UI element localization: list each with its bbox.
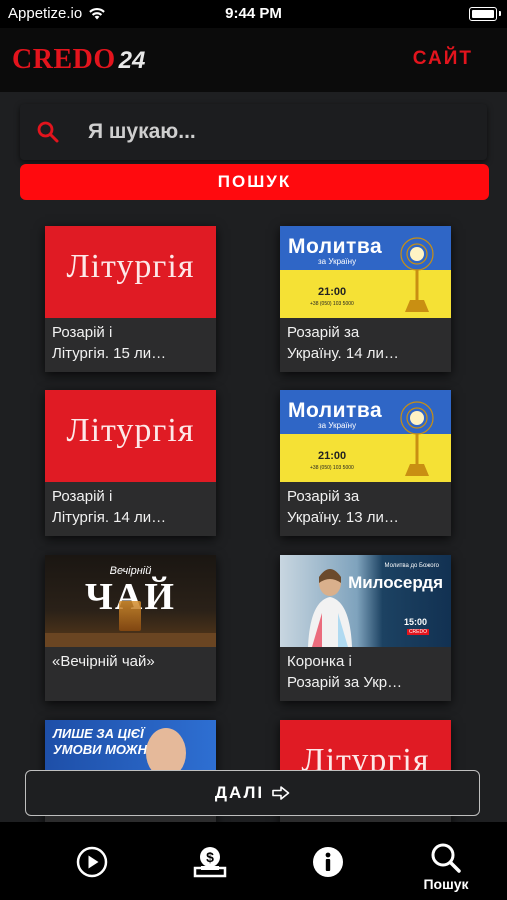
play-circle-icon [76, 846, 108, 878]
thumbnail-subtitle: за Україну [318, 421, 357, 430]
thumbnail-phone: +38 (050) 103 5000 [310, 301, 354, 307]
video-card[interactable]: Молитва до Божого Милосердя 15:00 CREDO … [280, 555, 451, 701]
credo-logo[interactable]: CREDO 24 [12, 44, 145, 76]
monstrance-icon [400, 237, 434, 312]
tab-search-label: Пошук [423, 876, 469, 892]
thumbnail-title: Літургія [66, 248, 195, 285]
tab-donate[interactable]: $ [159, 822, 259, 900]
thumbnail-time: 21:00 [318, 450, 347, 462]
more-button[interactable]: ДАЛІ [25, 770, 480, 816]
thumbnail-subtitle: за Україну [318, 257, 357, 266]
logo-number: 24 [118, 47, 146, 74]
thumbnail-time: 21:00 [318, 286, 347, 298]
video-title: «Вечірній чай» [52, 653, 155, 670]
video-card[interactable]: Літургія Розарій і Літургія. 15 ли… [45, 226, 216, 372]
video-thumbnail: Молитва до Божого Милосердя 15:00 CREDO [280, 555, 451, 647]
thumbnail-title: Літургія [66, 412, 195, 449]
thumbnail-time: 15:00 [403, 617, 427, 627]
logo-text: CREDO [12, 44, 116, 75]
search-input[interactable]: Я шукаю... [20, 104, 487, 160]
site-link[interactable]: САЙТ [413, 48, 473, 70]
tab-search[interactable]: Пошук [396, 822, 496, 900]
thumbnail-title: Милосердя [348, 573, 443, 592]
status-bar: Appetize.io 9:44 PM [0, 0, 507, 28]
tab-video[interactable] [42, 822, 142, 900]
thumbnail-subtitle: Молитва до Божого [384, 563, 439, 569]
battery-icon [469, 7, 501, 21]
monstrance-icon [400, 401, 434, 476]
info-icon [313, 847, 343, 877]
table-image [45, 633, 216, 647]
search-icon [37, 121, 59, 143]
video-thumbnail: Літургія [45, 390, 216, 482]
main-content: Я шукаю... ПОШУК Літургія Розарій і Літу… [0, 92, 507, 822]
search-button[interactable]: ПОШУК [20, 164, 489, 200]
video-thumbnail: Літургія [45, 226, 216, 318]
video-title: Розарій за Україну. 14 ли… [287, 324, 399, 362]
search-icon [431, 843, 461, 873]
video-title: Розарій за Україну. 13 ли… [287, 488, 399, 526]
video-title: Розарій і Літургія. 15 ли… [52, 324, 167, 362]
search-placeholder: Я шукаю... [88, 120, 196, 143]
thumbnail-title: ЛИШЕ ЗА ЦІЄЇ УМОВИ МОЖНА [53, 726, 157, 757]
donate-icon: $ [193, 847, 227, 878]
thumbnail-brand: CREDO [406, 629, 429, 635]
thumbnail-title: Молитва [288, 235, 383, 258]
tab-info[interactable] [278, 822, 378, 900]
tea-glass-image [119, 601, 141, 631]
tab-bar: $ Пошук [0, 822, 507, 900]
arrow-right-icon [272, 786, 290, 800]
more-button-label: ДАЛІ [214, 783, 265, 802]
video-card[interactable]: Молитва за Україну 21:00 +38 (050) 103 5… [280, 226, 451, 372]
video-thumbnail: Молитва за Україну 21:00 +38 (050) 103 5… [280, 226, 451, 318]
thumbnail-phone: +38 (050) 103 5000 [310, 465, 354, 471]
video-title: Розарій і Літургія. 14 ли… [52, 488, 167, 526]
clock: 9:44 PM [225, 5, 282, 22]
svg-text:$: $ [206, 849, 214, 865]
video-thumbnail: Молитва за Україну 21:00 +38 (050) 103 5… [280, 390, 451, 482]
video-card[interactable]: Вечірній ЧАЙ «Вечірній чай» [45, 555, 216, 701]
video-thumbnail: Вечірній ЧАЙ [45, 555, 216, 647]
video-card[interactable]: Молитва за Україну 21:00 +38 (050) 103 5… [280, 390, 451, 536]
app-header: CREDO 24 САЙТ [0, 28, 507, 92]
video-title: Коронка і Розарій за Укр… [287, 653, 403, 691]
thumbnail-title: Молитва [288, 399, 383, 422]
video-card[interactable]: Літургія Розарій і Літургія. 14 ли… [45, 390, 216, 536]
